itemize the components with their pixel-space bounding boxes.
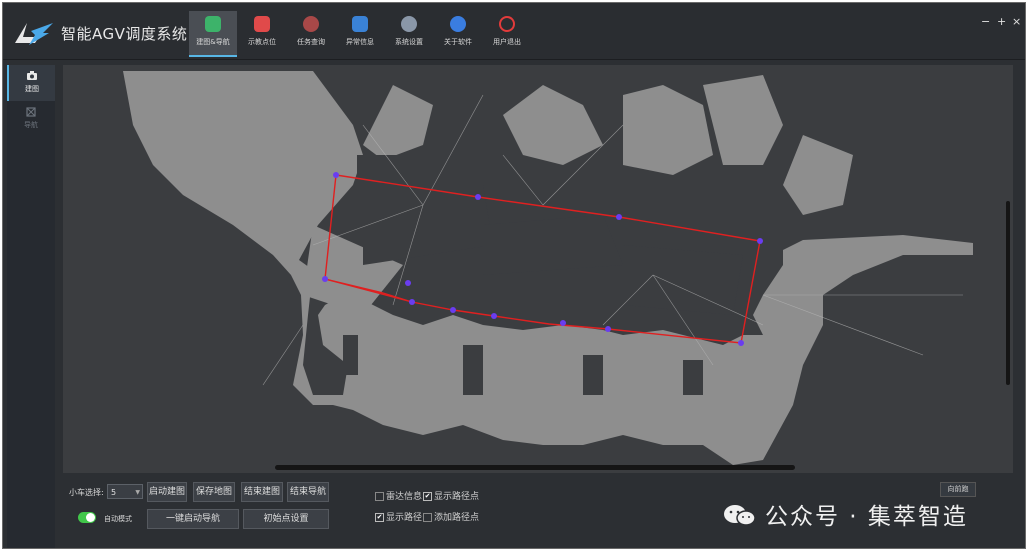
nav-mapping-navigation[interactable]: 建图&导航 — [189, 11, 237, 57]
nav-label: 异常信息 — [346, 38, 374, 46]
sidebar-item-mapping[interactable]: 建图 — [7, 65, 55, 101]
sidebar: 建图 导航 — [7, 65, 55, 548]
checkbox-box — [375, 492, 384, 501]
sidebar-item-navigation[interactable]: 导航 — [7, 101, 55, 137]
navigate-icon — [26, 107, 36, 117]
car-select-value: 5 — [111, 488, 117, 497]
show-path-checkbox[interactable]: ✔ 显示路径 — [375, 510, 422, 523]
app-window: 智能AGV调度系统 建图&导航 示教点位 任务查询 异常信息 系统设置 关于软件… — [2, 2, 1026, 549]
shield-check-icon — [205, 16, 221, 32]
add-path-points-checkbox[interactable]: 添加路径点 — [423, 510, 479, 523]
waypoint-marker[interactable] — [491, 313, 497, 319]
cube-icon — [254, 16, 270, 32]
car-select-dropdown[interactable]: 5 ▼ — [107, 484, 143, 499]
nav-user-logout[interactable]: 用户退出 — [483, 11, 531, 57]
wechat-icon — [724, 505, 756, 526]
car-select-label: 小车选择: — [69, 488, 104, 497]
waypoint-marker[interactable] — [450, 307, 456, 313]
one-key-start-nav-button[interactable]: 一键启动导航 — [147, 509, 239, 529]
checkmark-icon: ✔ — [423, 492, 432, 501]
waypoint-marker[interactable] — [616, 214, 622, 220]
camera-icon — [27, 71, 37, 80]
checkbox-label: 显示路径点 — [434, 492, 480, 502]
board-icon — [352, 16, 368, 32]
close-button[interactable]: × — [1012, 15, 1021, 28]
app-title: 智能AGV调度系统 — [61, 25, 188, 43]
end-mapping-button[interactable]: 结束建图 — [241, 482, 283, 502]
initial-point-setup-button[interactable]: 初始点设置 — [243, 509, 329, 529]
nav-label: 关于软件 — [444, 38, 472, 46]
nav-system-settings[interactable]: 系统设置 — [385, 11, 433, 57]
nav-task-query[interactable]: 任务查询 — [287, 11, 335, 57]
waypoint-marker[interactable] — [475, 194, 481, 200]
gear-icon — [401, 16, 417, 32]
waypoint-marker[interactable] — [738, 340, 744, 346]
move-forward-button[interactable]: 向前跑 — [940, 482, 976, 497]
waypoint-marker[interactable] — [322, 276, 328, 282]
waypoint-marker[interactable] — [409, 299, 415, 305]
logo-icon — [15, 23, 53, 45]
show-path-points-checkbox[interactable]: ✔ 显示路径点 — [423, 489, 479, 502]
maximize-button[interactable]: + — [997, 15, 1006, 28]
vertical-scrollbar[interactable] — [1006, 201, 1010, 385]
watermark-text: 公众号 · 集萃智造 — [765, 504, 968, 530]
search-icon — [303, 16, 319, 32]
toggle-knob — [86, 513, 95, 522]
start-mapping-button[interactable]: 启动建图 — [147, 482, 187, 502]
power-icon — [499, 16, 515, 32]
checkbox-label: 雷达信息 — [386, 492, 423, 502]
auto-mode-toggle[interactable] — [78, 512, 96, 523]
nav-about-software[interactable]: 关于软件 — [434, 11, 482, 57]
waypoint-marker[interactable] — [560, 320, 566, 326]
waypoint-marker[interactable] — [405, 280, 411, 286]
waypoint-marker[interactable] — [757, 238, 763, 244]
accessibility-icon — [450, 16, 466, 32]
map-canvas[interactable] — [63, 65, 1013, 473]
end-navigation-button[interactable]: 结束导航 — [287, 482, 329, 502]
main-nav: 建图&导航 示教点位 任务查询 异常信息 系统设置 关于软件 用户退出 — [189, 11, 532, 57]
checkbox-label: 添加路径点 — [434, 513, 480, 523]
nav-label: 用户退出 — [493, 38, 521, 46]
chevron-down-icon: ▼ — [135, 489, 140, 496]
waypoint-marker[interactable] — [605, 326, 611, 332]
auto-mode-label: 自动模式 — [104, 515, 132, 523]
nav-teach-points[interactable]: 示教点位 — [238, 11, 286, 57]
radar-info-checkbox[interactable]: 雷达信息 — [375, 489, 422, 502]
nav-label: 任务查询 — [297, 38, 325, 46]
top-bar: 智能AGV调度系统 建图&导航 示教点位 任务查询 异常信息 系统设置 关于软件… — [3, 3, 1025, 60]
sidebar-item-label: 建图 — [25, 85, 39, 93]
waypoint-marker[interactable] — [333, 172, 339, 178]
sidebar-item-label: 导航 — [24, 121, 38, 129]
horizontal-scrollbar[interactable] — [275, 465, 795, 470]
minimize-button[interactable]: − — [981, 15, 990, 28]
nav-label: 建图&导航 — [196, 38, 230, 46]
nav-label: 系统设置 — [395, 38, 423, 46]
occupancy-map — [123, 71, 973, 465]
save-map-button[interactable]: 保存地图 — [193, 482, 235, 502]
checkmark-icon: ✔ — [375, 513, 384, 522]
nav-label: 示教点位 — [248, 38, 276, 46]
nav-exception-info[interactable]: 异常信息 — [336, 11, 384, 57]
checkbox-label: 显示路径 — [386, 513, 423, 523]
checkbox-box — [423, 513, 432, 522]
